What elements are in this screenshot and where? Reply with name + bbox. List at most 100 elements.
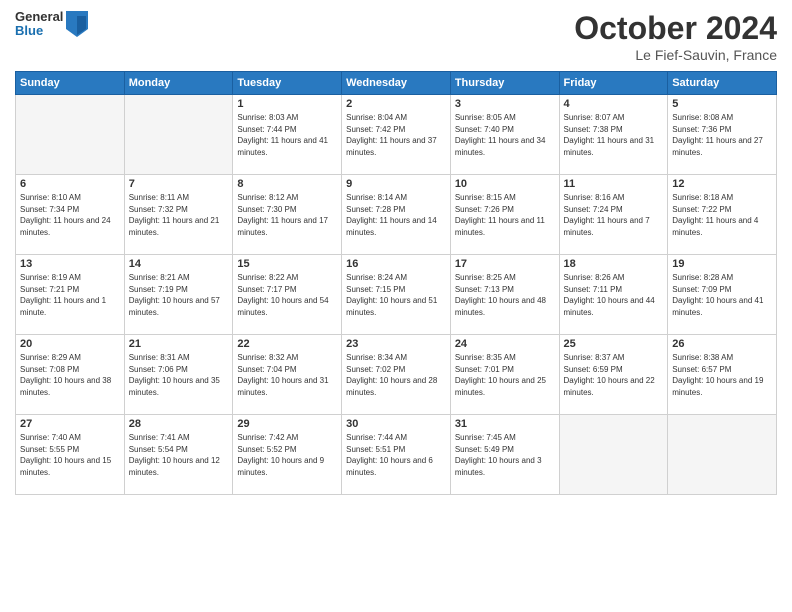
day-number: 7 — [129, 178, 229, 190]
calendar-cell: 19 Sunrise: 8:28 AM Sunset: 7:09 PM Dayli… — [668, 255, 777, 335]
calendar-cell: 7 Sunrise: 8:11 AM Sunset: 7:32 PM Daylig… — [124, 175, 233, 255]
calendar-week-2: 6 Sunrise: 8:10 AM Sunset: 7:34 PM Daylig… — [16, 175, 777, 255]
cell-info: Sunrise: 8:18 AM Sunset: 7:22 PM Dayligh… — [672, 192, 772, 238]
calendar-week-1: 1Sunrise: 8:03 AM Sunset: 7:44 PM Daylig… — [16, 95, 777, 175]
cell-info: Sunrise: 7:41 AM Sunset: 5:54 PM Dayligh… — [129, 432, 229, 478]
cell-info: Sunrise: 8:37 AM Sunset: 6:59 PM Dayligh… — [564, 352, 664, 398]
calendar-table: Sunday Monday Tuesday Wednesday Thursday… — [15, 71, 777, 495]
day-number: 8 — [237, 178, 337, 190]
calendar-cell: 11 Sunrise: 8:16 AM Sunset: 7:24 PM Dayli… — [559, 175, 668, 255]
cell-info: Sunrise: 8:10 AM Sunset: 7:34 PM Dayligh… — [20, 192, 120, 238]
cell-info: Sunrise: 8:38 AM Sunset: 6:57 PM Dayligh… — [672, 352, 772, 398]
header-monday: Monday — [124, 72, 233, 95]
calendar-cell: 27 Sunrise: 7:40 AM Sunset: 5:55 PM Dayli… — [16, 415, 125, 495]
cell-info: Sunrise: 8:16 AM Sunset: 7:24 PM Dayligh… — [564, 192, 664, 238]
header-thursday: Thursday — [450, 72, 559, 95]
calendar-cell: 3 Sunrise: 8:05 AM Sunset: 7:40 PM Daylig… — [450, 95, 559, 175]
calendar-cell — [668, 415, 777, 495]
calendar-cell — [559, 415, 668, 495]
calendar-cell: 21 Sunrise: 8:31 AM Sunset: 7:06 PM Dayli… — [124, 335, 233, 415]
day-number: 30 — [346, 418, 446, 430]
calendar-week-3: 13 Sunrise: 8:19 AM Sunset: 7:21 PM Dayli… — [16, 255, 777, 335]
calendar-cell: 15Sunrise: 8:22 AM Sunset: 7:17 PM Dayli… — [233, 255, 342, 335]
day-number: 24 — [455, 338, 555, 350]
calendar-week-4: 20 Sunrise: 8:29 AM Sunset: 7:08 PM Dayli… — [16, 335, 777, 415]
header: General Blue October 2024 Le Fief-Sauvin… — [15, 10, 777, 63]
calendar-cell: 28 Sunrise: 7:41 AM Sunset: 5:54 PM Dayli… — [124, 415, 233, 495]
calendar-cell — [124, 95, 233, 175]
cell-info: Sunrise: 8:31 AM Sunset: 7:06 PM Dayligh… — [129, 352, 229, 398]
day-number: 26 — [672, 338, 772, 350]
cell-info: Sunrise: 8:19 AM Sunset: 7:21 PM Dayligh… — [20, 272, 120, 318]
day-number: 19 — [672, 258, 772, 270]
cell-info: Sunrise: 8:34 AM Sunset: 7:02 PM Dayligh… — [346, 352, 446, 398]
day-number: 6 — [20, 178, 120, 190]
header-wednesday: Wednesday — [342, 72, 451, 95]
day-number: 5 — [672, 98, 772, 110]
cell-info: Sunrise: 8:12 AM Sunset: 7:30 PM Dayligh… — [237, 192, 337, 238]
cell-info: Sunrise: 8:14 AM Sunset: 7:28 PM Dayligh… — [346, 192, 446, 238]
day-number: 27 — [20, 418, 120, 430]
day-number: 20 — [20, 338, 120, 350]
cell-info: Sunrise: 8:04 AM Sunset: 7:42 PM Dayligh… — [346, 112, 446, 158]
day-number: 11 — [564, 178, 664, 190]
calendar-cell: 17 Sunrise: 8:25 AM Sunset: 7:13 PM Dayli… — [450, 255, 559, 335]
header-sunday: Sunday — [16, 72, 125, 95]
cell-info: Sunrise: 8:08 AM Sunset: 7:36 PM Dayligh… — [672, 112, 772, 158]
calendar-cell: 10Sunrise: 8:15 AM Sunset: 7:26 PM Dayli… — [450, 175, 559, 255]
calendar-cell: 13 Sunrise: 8:19 AM Sunset: 7:21 PM Dayli… — [16, 255, 125, 335]
cell-info: Sunrise: 8:29 AM Sunset: 7:08 PM Dayligh… — [20, 352, 120, 398]
logo-general-text: General — [15, 10, 63, 24]
header-friday: Friday — [559, 72, 668, 95]
calendar-cell: 8 Sunrise: 8:12 AM Sunset: 7:30 PM Daylig… — [233, 175, 342, 255]
cell-info: Sunrise: 7:45 AM Sunset: 5:49 PM Dayligh… — [455, 432, 555, 478]
cell-info: Sunrise: 8:05 AM Sunset: 7:40 PM Dayligh… — [455, 112, 555, 158]
day-number: 12 — [672, 178, 772, 190]
calendar-cell — [16, 95, 125, 175]
calendar-cell: 26 Sunrise: 8:38 AM Sunset: 6:57 PM Dayli… — [668, 335, 777, 415]
title-block: October 2024 Le Fief-Sauvin, France — [574, 10, 777, 63]
day-number: 16 — [346, 258, 446, 270]
calendar-cell: 16 Sunrise: 8:24 AM Sunset: 7:15 PM Dayli… — [342, 255, 451, 335]
day-number: 29 — [237, 418, 337, 430]
calendar-cell: 12 Sunrise: 8:18 AM Sunset: 7:22 PM Dayli… — [668, 175, 777, 255]
day-number: 9 — [346, 178, 446, 190]
calendar-cell: 20 Sunrise: 8:29 AM Sunset: 7:08 PM Dayli… — [16, 335, 125, 415]
calendar-cell: 30 Sunrise: 7:44 AM Sunset: 5:51 PM Dayli… — [342, 415, 451, 495]
header-saturday: Saturday — [668, 72, 777, 95]
calendar-week-5: 27 Sunrise: 7:40 AM Sunset: 5:55 PM Dayli… — [16, 415, 777, 495]
day-number: 17 — [455, 258, 555, 270]
calendar-cell: 5 Sunrise: 8:08 AM Sunset: 7:36 PM Daylig… — [668, 95, 777, 175]
day-number: 13 — [20, 258, 120, 270]
cell-info: Sunrise: 7:44 AM Sunset: 5:51 PM Dayligh… — [346, 432, 446, 478]
calendar-cell: 14 Sunrise: 8:21 AM Sunset: 7:19 PM Dayli… — [124, 255, 233, 335]
logo: General Blue — [15, 10, 88, 39]
cell-info: Sunrise: 8:24 AM Sunset: 7:15 PM Dayligh… — [346, 272, 446, 318]
cell-info: Sunrise: 8:21 AM Sunset: 7:19 PM Dayligh… — [129, 272, 229, 318]
cell-info: Sunrise: 7:40 AM Sunset: 5:55 PM Dayligh… — [20, 432, 120, 478]
calendar-cell: 6 Sunrise: 8:10 AM Sunset: 7:34 PM Daylig… — [16, 175, 125, 255]
cell-info: Sunrise: 8:28 AM Sunset: 7:09 PM Dayligh… — [672, 272, 772, 318]
cell-info: Sunrise: 8:11 AM Sunset: 7:32 PM Dayligh… — [129, 192, 229, 238]
month-title: October 2024 — [574, 10, 777, 47]
cell-info: Sunrise: 8:26 AM Sunset: 7:11 PM Dayligh… — [564, 272, 664, 318]
cell-info: Sunrise: 8:32 AM Sunset: 7:04 PM Dayligh… — [237, 352, 337, 398]
cell-info: Sunrise: 8:25 AM Sunset: 7:13 PM Dayligh… — [455, 272, 555, 318]
calendar-cell: 9 Sunrise: 8:14 AM Sunset: 7:28 PM Daylig… — [342, 175, 451, 255]
logo-blue-text: Blue — [15, 24, 63, 38]
day-number: 10 — [455, 178, 555, 190]
cell-info: Sunrise: 8:03 AM Sunset: 7:44 PM Dayligh… — [237, 112, 337, 158]
day-number: 4 — [564, 98, 664, 110]
calendar-cell: 29Sunrise: 7:42 AM Sunset: 5:52 PM Dayli… — [233, 415, 342, 495]
day-number: 14 — [129, 258, 229, 270]
day-number: 2 — [346, 98, 446, 110]
day-number: 21 — [129, 338, 229, 350]
calendar-cell: 23Sunrise: 8:34 AM Sunset: 7:02 PM Dayli… — [342, 335, 451, 415]
calendar-cell: 4Sunrise: 8:07 AM Sunset: 7:38 PM Daylig… — [559, 95, 668, 175]
day-number: 28 — [129, 418, 229, 430]
subtitle: Le Fief-Sauvin, France — [574, 47, 777, 63]
day-number: 15 — [237, 258, 337, 270]
header-tuesday: Tuesday — [233, 72, 342, 95]
day-number: 3 — [455, 98, 555, 110]
day-number: 31 — [455, 418, 555, 430]
